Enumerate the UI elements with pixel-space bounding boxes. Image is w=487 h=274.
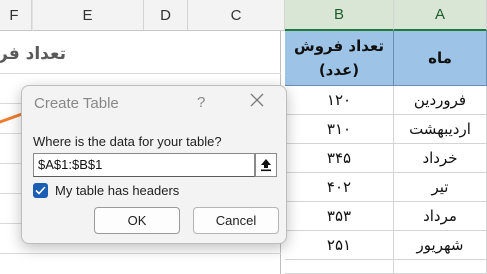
header-cell-sales[interactable]: تعداد فروش (عدد) xyxy=(285,31,394,86)
dialog-title: Create Table xyxy=(34,95,119,112)
cell-sales[interactable]: ۳۱۰ xyxy=(285,115,394,144)
column-header-d[interactable]: D xyxy=(144,0,188,31)
column-header-f[interactable]: F xyxy=(0,0,32,31)
chart-title: تعداد فر xyxy=(0,44,66,64)
ok-button[interactable]: OK xyxy=(94,207,180,234)
cell-month[interactable]: فروردین xyxy=(394,86,487,115)
cell-sales[interactable]: ۱۲۰ xyxy=(285,86,394,115)
column-header-c[interactable]: C xyxy=(188,0,285,31)
cell-sales[interactable]: ۴۰۲ xyxy=(285,173,394,202)
column-header-e[interactable]: E xyxy=(32,0,144,31)
help-icon[interactable]: ? xyxy=(197,94,205,111)
headers-checkbox[interactable] xyxy=(33,183,48,198)
cell-month[interactable]: مرداد xyxy=(394,202,487,231)
upload-arrow-icon xyxy=(261,159,271,172)
cell-month[interactable]: تیر xyxy=(394,173,487,202)
headers-checkbox-label[interactable]: My table has headers xyxy=(55,183,179,198)
column-header-a[interactable]: A xyxy=(394,0,487,31)
create-table-dialog: Create Table ? Where is the data for you… xyxy=(21,85,287,244)
column-header-b[interactable]: B xyxy=(285,0,394,31)
cell-month[interactable]: شهریور xyxy=(394,231,487,260)
spreadsheet: F E D C B A تعداد فروش (عدد) ماه ۱۲۰ فرو… xyxy=(0,0,487,274)
cell-sales[interactable]: ۲۵۱ xyxy=(285,231,394,260)
chart-gridline xyxy=(0,73,281,74)
range-input[interactable]: $A$1:$B$1 xyxy=(33,153,255,177)
chart-gridline xyxy=(0,253,281,254)
header-cell-month[interactable]: ماه xyxy=(394,31,487,86)
collapse-dialog-button[interactable] xyxy=(255,153,277,177)
close-icon[interactable] xyxy=(249,92,265,108)
cancel-button[interactable]: Cancel xyxy=(193,207,279,234)
cell-month[interactable]: خرداد xyxy=(394,144,487,173)
range-prompt-label: Where is the data for your table? xyxy=(33,134,222,149)
checkmark-icon xyxy=(35,186,46,195)
cell-sales[interactable]: ۳۵۳ xyxy=(285,202,394,231)
empty-cell[interactable] xyxy=(285,260,394,274)
empty-cell[interactable] xyxy=(394,260,487,274)
cell-month[interactable]: اردیبهشت xyxy=(394,115,487,144)
cell-sales[interactable]: ۳۴۵ xyxy=(285,144,394,173)
